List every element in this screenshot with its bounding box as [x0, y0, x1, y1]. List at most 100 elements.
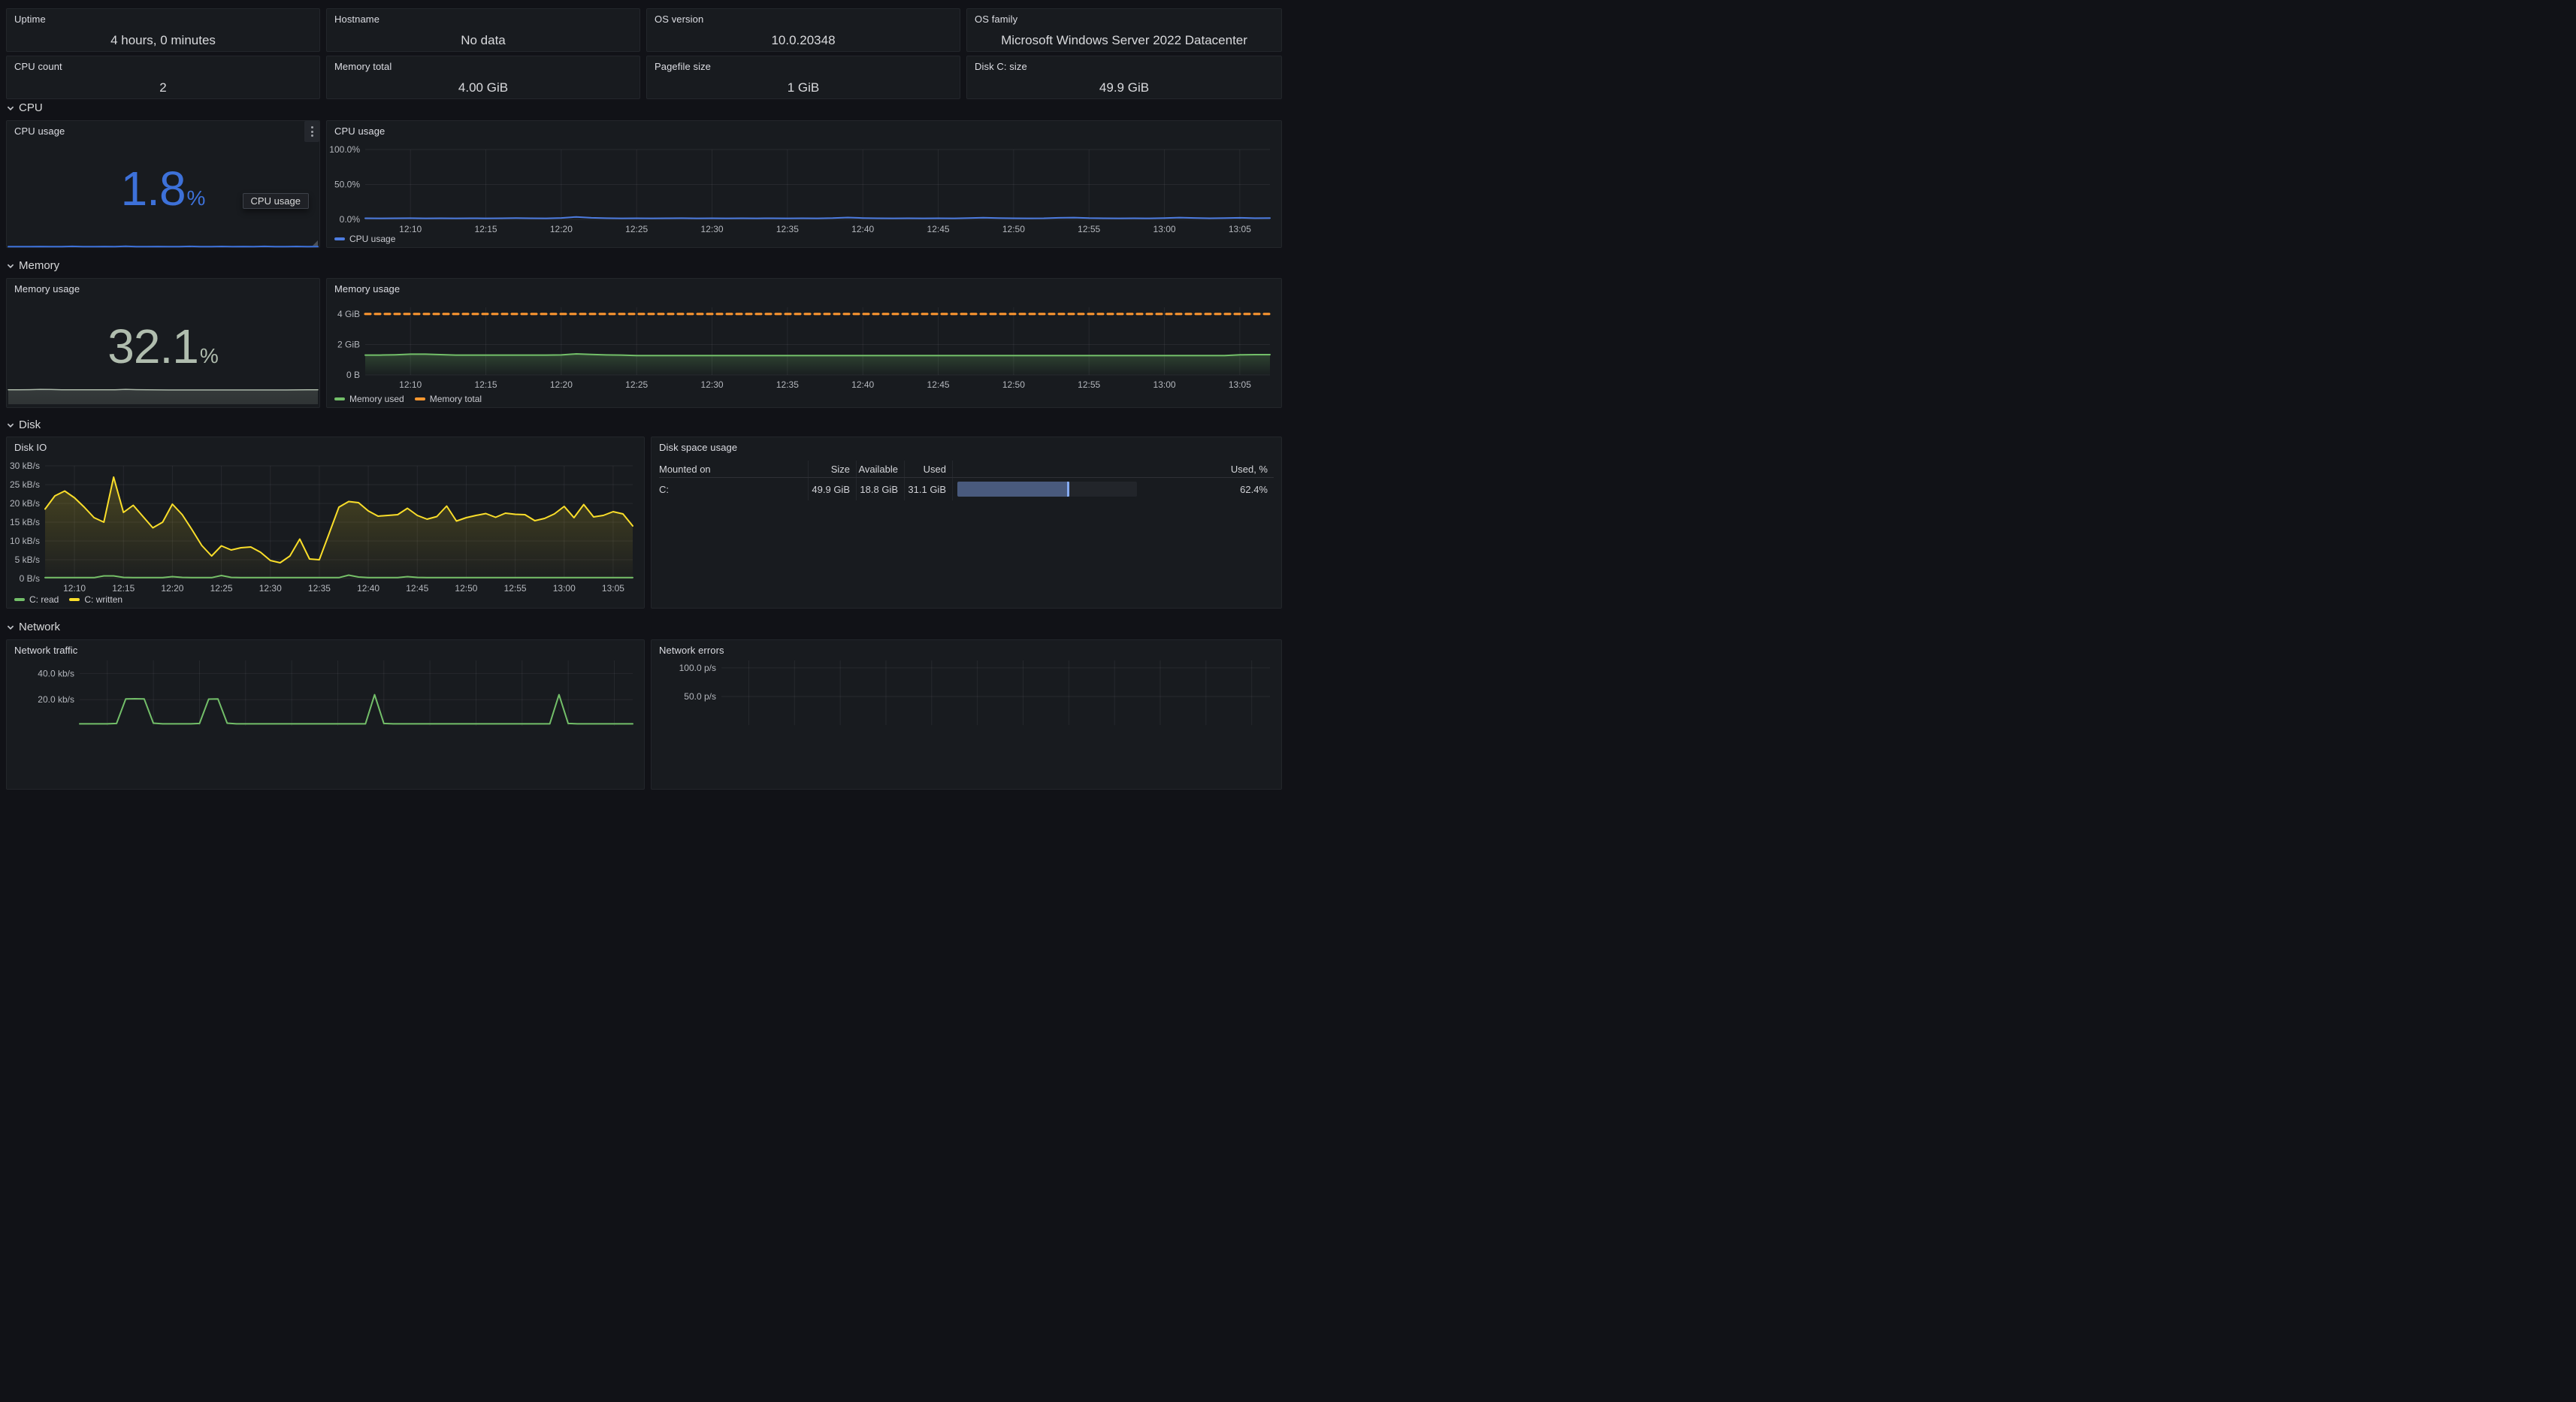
svg-text:12:10: 12:10: [399, 224, 422, 234]
disk_io-plot[interactable]: 12:1012:1512:2012:2512:3012:3512:4012:45…: [8, 457, 643, 607]
svg-text:12:25: 12:25: [210, 583, 233, 594]
cpu_sparkline-plot[interactable]: [8, 241, 319, 249]
panel-title[interactable]: Memory usage: [14, 283, 80, 295]
legend-marker-icon: [334, 237, 345, 240]
legend-marker-icon: [14, 598, 25, 601]
svg-text:12:55: 12:55: [504, 583, 527, 594]
svg-text:12:50: 12:50: [1002, 379, 1025, 390]
svg-text:20 kB/s: 20 kB/s: [10, 498, 40, 509]
cpu-usage-chart[interactable]: 12:1012:1512:2012:2512:3012:3512:4012:45…: [328, 141, 1280, 246]
panel-resize-handle[interactable]: [313, 240, 318, 246]
network-traffic-chart[interactable]: 20.0 kb/s40.0 kb/s: [8, 660, 643, 787]
svg-text:12:25: 12:25: [625, 379, 648, 390]
disk-usage-bar: [957, 482, 1069, 497]
cpu_usage-legend: CPU usage: [334, 234, 395, 244]
stat-value: No data: [327, 33, 639, 48]
svg-text:25 kB/s: 25 kB/s: [10, 479, 40, 490]
col-header-used-pct[interactable]: Used, %: [1141, 464, 1274, 475]
panel-title[interactable]: Hostname: [334, 14, 379, 25]
cpu-usage-chart-panel: CPU usage 12:1012:1512:2012:2512:3012:35…: [326, 120, 1282, 248]
cpu-sparkline: [8, 239, 319, 246]
section-label: Disk: [19, 418, 41, 431]
col-header-bar: [952, 461, 1141, 477]
memory-total-panel: Memory total 4.00 GiB: [326, 56, 640, 99]
svg-text:12:10: 12:10: [399, 379, 422, 390]
svg-text:30 kB/s: 30 kB/s: [10, 461, 40, 471]
svg-text:100.0%: 100.0%: [329, 144, 360, 155]
svg-text:12:30: 12:30: [259, 583, 282, 594]
section-row-cpu[interactable]: CPU: [6, 99, 43, 116]
os-family-panel: OS family Microsoft Windows Server 2022 …: [966, 8, 1282, 52]
col-header-available[interactable]: Available: [856, 461, 904, 477]
disk-io-chart-panel: Disk IO 12:1012:1512:2012:2512:3012:3512…: [6, 437, 645, 609]
panel-title[interactable]: Uptime: [14, 14, 46, 25]
svg-text:0 B/s: 0 B/s: [20, 573, 40, 584]
panel-title[interactable]: Network errors: [659, 645, 724, 656]
disk_io-legend: C: read C: written: [14, 594, 122, 605]
svg-text:12:15: 12:15: [112, 583, 135, 594]
cpu_usage-plot[interactable]: 12:1012:1512:2012:2512:3012:3512:4012:45…: [328, 141, 1280, 246]
cpu-usage-data-link[interactable]: CPU usage: [243, 193, 309, 209]
panel-title[interactable]: Network traffic: [14, 645, 77, 656]
svg-text:50.0%: 50.0%: [334, 180, 360, 190]
panel-menu-button[interactable]: [304, 121, 319, 142]
svg-text:5 kB/s: 5 kB/s: [15, 554, 40, 565]
panel-title[interactable]: Disk space usage: [659, 442, 737, 453]
disk-io-chart[interactable]: 12:1012:1512:2012:2512:3012:3512:4012:45…: [8, 457, 643, 607]
col-header-size[interactable]: Size: [808, 461, 856, 477]
legend-item[interactable]: CPU usage: [334, 234, 395, 244]
memory-sparkline: [8, 387, 319, 406]
legend-item[interactable]: C: written: [69, 594, 122, 605]
legend-marker-icon: [415, 397, 425, 400]
cell-used-pct: 62.4%: [1141, 484, 1274, 495]
svg-text:2 GiB: 2 GiB: [337, 339, 360, 349]
stat-value: 1 GiB: [647, 80, 960, 95]
panel-title[interactable]: Pagefile size: [655, 61, 711, 72]
panel-title[interactable]: CPU count: [14, 61, 62, 72]
svg-text:50.0 p/s: 50.0 p/s: [684, 691, 716, 702]
svg-text:12:30: 12:30: [701, 379, 724, 390]
network_traffic-plot[interactable]: 20.0 kb/s40.0 kb/s: [8, 660, 643, 787]
network-errors-chart[interactable]: 50.0 p/s100.0 p/s: [652, 660, 1280, 787]
legend-item[interactable]: C: read: [14, 594, 59, 605]
panel-title[interactable]: OS version: [655, 14, 703, 25]
svg-text:0.0%: 0.0%: [340, 214, 361, 225]
panel-title[interactable]: CPU usage: [14, 125, 65, 137]
stat-value: 10.0.20348: [647, 33, 960, 48]
cell-usage-bar: [952, 478, 1141, 500]
chevron-down-icon: [6, 421, 15, 430]
col-header-mounted-on[interactable]: Mounted on: [659, 464, 808, 475]
section-row-memory[interactable]: Memory: [6, 257, 59, 273]
section-row-network[interactable]: Network: [6, 618, 60, 635]
panel-title[interactable]: Memory total: [334, 61, 392, 72]
svg-text:12:35: 12:35: [776, 224, 799, 234]
panel-title[interactable]: Memory usage: [334, 283, 400, 295]
col-header-used[interactable]: Used: [904, 461, 952, 477]
memory_sparkline-plot[interactable]: [8, 387, 319, 406]
panel-title[interactable]: CPU usage: [334, 125, 385, 137]
memory-usage-chart[interactable]: 12:1012:1512:2012:2512:3012:3512:4012:45…: [328, 298, 1280, 406]
svg-text:12:50: 12:50: [1002, 224, 1025, 234]
svg-text:12:40: 12:40: [357, 583, 379, 594]
memory_usage-plot[interactable]: 12:1012:1512:2012:2512:3012:3512:4012:45…: [328, 298, 1280, 406]
legend-item[interactable]: Memory total: [415, 394, 482, 404]
svg-text:20.0 kb/s: 20.0 kb/s: [38, 694, 74, 705]
section-row-disk[interactable]: Disk: [6, 416, 41, 433]
cell-used: 31.1 GiB: [904, 478, 952, 500]
svg-text:12:25: 12:25: [625, 224, 648, 234]
stat-unit: %: [200, 344, 219, 367]
svg-text:12:45: 12:45: [927, 379, 950, 390]
legend-marker-icon: [334, 397, 345, 400]
svg-text:13:00: 13:00: [553, 583, 576, 594]
panel-title[interactable]: OS family: [975, 14, 1017, 25]
panel-title[interactable]: Disk IO: [14, 442, 47, 453]
hostname-panel: Hostname No data: [326, 8, 640, 52]
legend-item[interactable]: Memory used: [334, 394, 404, 404]
svg-text:4 GiB: 4 GiB: [337, 309, 360, 319]
panel-title[interactable]: Disk C: size: [975, 61, 1027, 72]
disk-space-table: Mounted on Size Available Used Used, % C…: [659, 461, 1274, 500]
svg-text:13:05: 13:05: [1229, 224, 1251, 234]
cell-mounted-on: C:: [659, 484, 808, 495]
network_errors-plot[interactable]: 50.0 p/s100.0 p/s: [652, 660, 1280, 787]
svg-text:0 B: 0 B: [346, 370, 360, 380]
